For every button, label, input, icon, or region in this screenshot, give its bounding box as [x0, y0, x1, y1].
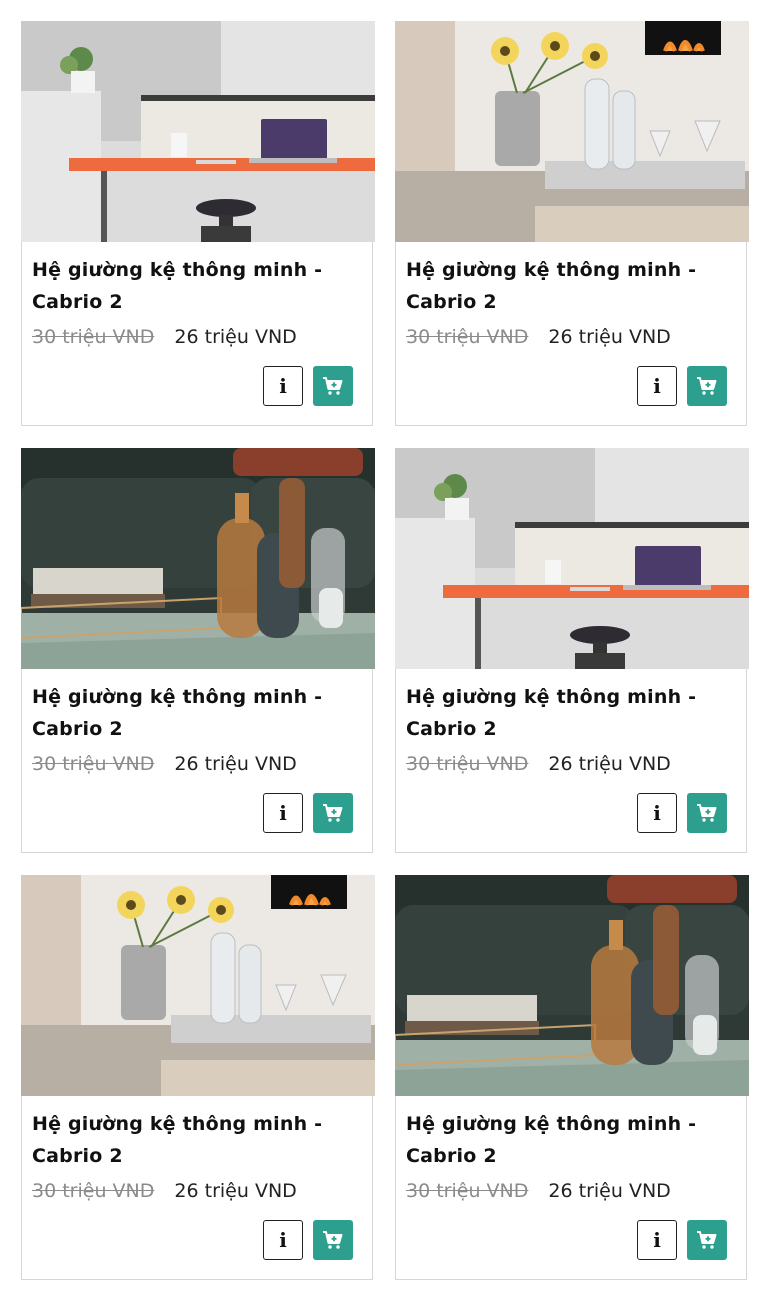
product-card: Hệ giường kệ thông minh - Cabrio 2 30 tr…	[21, 21, 375, 426]
info-icon: i	[653, 1228, 661, 1252]
desk-scene-illustration	[21, 21, 375, 242]
product-title[interactable]: Hệ giường kệ thông minh - Cabrio 2	[32, 254, 362, 318]
product-title-line1: Hệ giường kệ thông minh -	[406, 1113, 697, 1135]
product-image-flowers[interactable]	[21, 875, 375, 1096]
product-title-line2: Cabrio 2	[406, 1145, 497, 1167]
sofa-bottles-scene-illustration	[21, 448, 375, 669]
product-prices: 30 triệu VND 26 triệu VND	[32, 751, 362, 777]
product-title-line2: Cabrio 2	[32, 1145, 123, 1167]
product-title[interactable]: Hệ giường kệ thông minh - Cabrio 2	[406, 254, 736, 318]
add-to-cart-icon	[323, 377, 343, 395]
product-title-line1: Hệ giường kệ thông minh -	[406, 259, 697, 281]
info-button[interactable]: i	[637, 793, 677, 833]
product-prices: 30 triệu VND 26 triệu VND	[406, 1178, 736, 1204]
info-icon: i	[279, 374, 287, 398]
new-price: 26 triệu VND	[548, 1180, 671, 1202]
product-image-sofa[interactable]	[21, 448, 375, 669]
product-image-flowers[interactable]	[395, 21, 749, 242]
new-price: 26 triệu VND	[548, 326, 671, 348]
card-actions: i	[637, 366, 727, 406]
product-card: Hệ giường kệ thông minh - Cabrio 2 30 tr…	[21, 875, 375, 1280]
product-title[interactable]: Hệ giường kệ thông minh - Cabrio 2	[32, 1108, 362, 1172]
new-price: 26 triệu VND	[174, 1180, 297, 1202]
card-actions: i	[263, 1220, 353, 1260]
info-button[interactable]: i	[637, 1220, 677, 1260]
product-image-desk[interactable]	[395, 448, 749, 669]
product-title-line2: Cabrio 2	[32, 718, 123, 740]
product-title-line1: Hệ giường kệ thông minh -	[32, 1113, 323, 1135]
product-card: Hệ giường kệ thông minh - Cabrio 2 30 tr…	[395, 875, 749, 1280]
new-price: 26 triệu VND	[174, 753, 297, 775]
add-to-cart-button[interactable]	[313, 1220, 353, 1260]
sofa-bottles-scene-illustration	[395, 875, 749, 1096]
product-card: Hệ giường kệ thông minh - Cabrio 2 30 tr…	[395, 448, 749, 853]
product-prices: 30 triệu VND 26 triệu VND	[32, 324, 362, 350]
product-title-line2: Cabrio 2	[406, 718, 497, 740]
product-card: Hệ giường kệ thông minh - Cabrio 2 30 tr…	[21, 448, 375, 853]
new-price: 26 triệu VND	[548, 753, 671, 775]
product-title[interactable]: Hệ giường kệ thông minh - Cabrio 2	[32, 681, 362, 745]
old-price: 30 triệu VND	[406, 753, 529, 775]
card-actions: i	[263, 793, 353, 833]
info-icon: i	[653, 374, 661, 398]
old-price: 30 triệu VND	[406, 326, 529, 348]
add-to-cart-icon	[697, 1231, 717, 1249]
flower-table-scene-illustration	[395, 21, 749, 242]
info-icon: i	[653, 801, 661, 825]
product-title-line2: Cabrio 2	[32, 291, 123, 313]
product-prices: 30 triệu VND 26 triệu VND	[406, 324, 736, 350]
add-to-cart-button[interactable]	[687, 366, 727, 406]
product-image-sofa[interactable]	[395, 875, 749, 1096]
info-icon: i	[279, 801, 287, 825]
card-actions: i	[263, 366, 353, 406]
product-prices: 30 triệu VND 26 triệu VND	[32, 1178, 362, 1204]
add-to-cart-button[interactable]	[687, 1220, 727, 1260]
product-title[interactable]: Hệ giường kệ thông minh - Cabrio 2	[406, 681, 736, 745]
info-button[interactable]: i	[263, 793, 303, 833]
old-price: 30 triệu VND	[32, 753, 155, 775]
add-to-cart-icon	[323, 1231, 343, 1249]
desk-scene-illustration	[395, 448, 749, 669]
product-grid: Hệ giường kệ thông minh - Cabrio 2 30 tr…	[0, 0, 768, 1301]
card-actions: i	[637, 1220, 727, 1260]
new-price: 26 triệu VND	[174, 326, 297, 348]
product-title[interactable]: Hệ giường kệ thông minh - Cabrio 2	[406, 1108, 736, 1172]
old-price: 30 triệu VND	[32, 1180, 155, 1202]
add-to-cart-icon	[697, 804, 717, 822]
info-button[interactable]: i	[263, 366, 303, 406]
info-button[interactable]: i	[637, 366, 677, 406]
info-button[interactable]: i	[263, 1220, 303, 1260]
old-price: 30 triệu VND	[406, 1180, 529, 1202]
product-title-line1: Hệ giường kệ thông minh -	[32, 686, 323, 708]
add-to-cart-button[interactable]	[313, 366, 353, 406]
add-to-cart-button[interactable]	[313, 793, 353, 833]
product-prices: 30 triệu VND 26 triệu VND	[406, 751, 736, 777]
product-title-line1: Hệ giường kệ thông minh -	[406, 686, 697, 708]
card-actions: i	[637, 793, 727, 833]
info-icon: i	[279, 1228, 287, 1252]
add-to-cart-icon	[323, 804, 343, 822]
product-card: Hệ giường kệ thông minh - Cabrio 2 30 tr…	[395, 21, 749, 426]
product-image-desk[interactable]	[21, 21, 375, 242]
product-title-line1: Hệ giường kệ thông minh -	[32, 259, 323, 281]
flower-table-scene-illustration	[21, 875, 375, 1096]
product-title-line2: Cabrio 2	[406, 291, 497, 313]
add-to-cart-button[interactable]	[687, 793, 727, 833]
old-price: 30 triệu VND	[32, 326, 155, 348]
add-to-cart-icon	[697, 377, 717, 395]
